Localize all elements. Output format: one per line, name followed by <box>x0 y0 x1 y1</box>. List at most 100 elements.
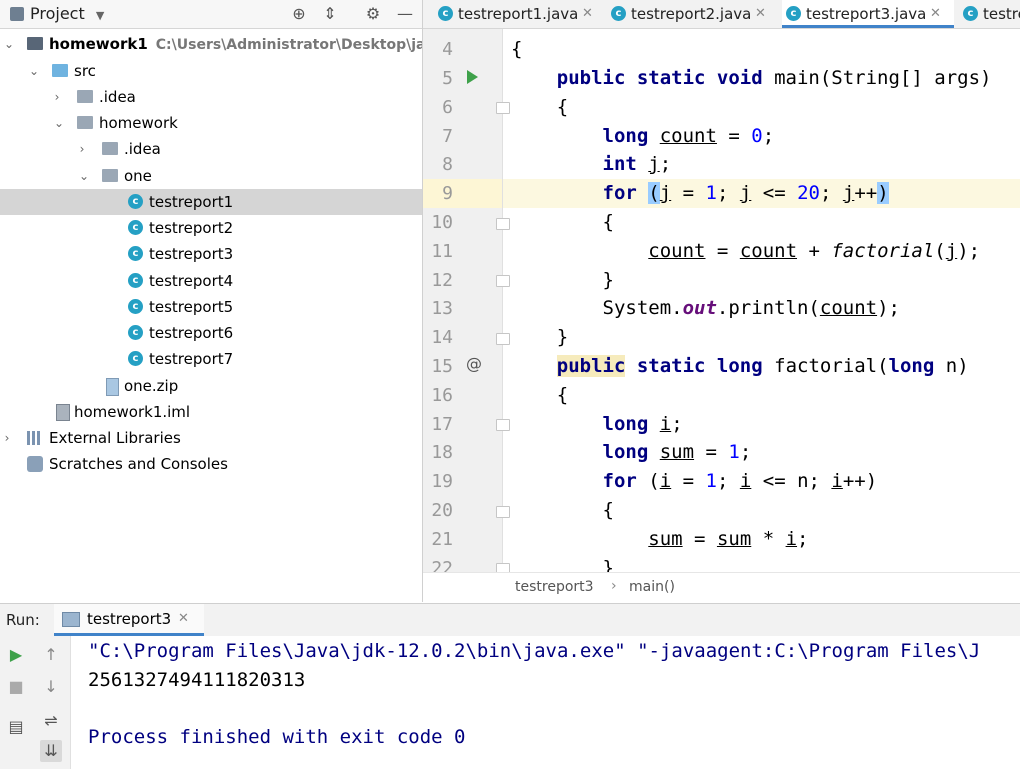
java-class-icon: c <box>786 6 801 21</box>
tab-testreport4[interactable]: c testre <box>963 0 1020 28</box>
fold-marker-icon[interactable] <box>496 218 510 230</box>
fold-marker-icon[interactable] <box>496 102 510 114</box>
project-title-label: Project <box>30 4 85 23</box>
source-folder-icon <box>52 64 68 77</box>
breadcrumb-method[interactable]: main() <box>629 579 675 595</box>
scroll-to-end-icon[interactable]: ⇊ <box>40 740 62 762</box>
tree-item-label: testreport4 <box>149 272 234 290</box>
close-icon[interactable]: ✕ <box>930 0 941 28</box>
tree-item-one-zip[interactable]: one.zip <box>0 373 422 399</box>
stop-icon[interactable]: ■ <box>5 676 27 698</box>
code-line: { <box>511 38 523 60</box>
tree-item-homework1-iml[interactable]: homework1.iml <box>0 399 422 425</box>
line-number: 7 <box>442 126 453 147</box>
tree-item-label: src <box>74 62 96 80</box>
tree-item-external-libraries[interactable]: › External Libraries <box>0 425 422 451</box>
tab-testreport3[interactable]: c testreport3.java ✕ <box>782 0 954 28</box>
tree-item-label: testreport5 <box>149 298 234 316</box>
rerun-icon[interactable]: ▶ <box>5 644 27 666</box>
code-line: { <box>511 384 569 406</box>
run-tab-testreport3[interactable]: testreport3 ✕ <box>54 604 204 636</box>
console-output[interactable]: "C:\Program Files\Java\jdk-12.0.2\bin\ja… <box>71 636 1020 769</box>
tree-item-idea-2[interactable]: › .idea <box>0 136 422 162</box>
fold-marker-icon[interactable] <box>496 275 510 287</box>
run-panel-header: Run: testreport3 ✕ <box>0 603 1020 637</box>
minimize-icon[interactable]: — <box>395 4 415 24</box>
console-line: 2561327494111820313 <box>88 669 306 691</box>
line-number: 17 <box>431 414 453 435</box>
tree-item-testreport6[interactable]: c testreport6 <box>0 320 422 346</box>
tree-item-testreport2[interactable]: c testreport2 <box>0 215 422 241</box>
arrow-down-icon[interactable]: ↓ <box>40 676 62 698</box>
tree-item-scratches[interactable]: Scratches and Consoles <box>0 451 422 477</box>
line-number: 9 <box>442 183 453 204</box>
tree-item-testreport3[interactable]: c testreport3 <box>0 241 422 267</box>
fold-marker-icon[interactable] <box>496 419 510 431</box>
chevron-down-icon[interactable]: ⌄ <box>52 110 66 136</box>
collapse-all-icon[interactable]: ⇕ <box>320 4 340 24</box>
close-icon[interactable]: ✕ <box>582 0 593 28</box>
editor-tabs: c testreport1.java ✕ c testreport2.java … <box>423 0 1020 29</box>
tree-item-testreport4[interactable]: c testreport4 <box>0 268 422 294</box>
tree-item-label: .idea <box>99 88 136 106</box>
chevron-down-icon[interactable]: ⌄ <box>77 163 91 189</box>
tree-item-idea[interactable]: › .idea <box>0 84 422 110</box>
module-folder-icon <box>27 37 43 50</box>
project-panel-header: Project ▼ ⊕ ⇕ ⚙ — <box>0 0 422 29</box>
chevron-right-icon[interactable]: › <box>75 136 89 162</box>
line-number: 14 <box>431 327 453 348</box>
breadcrumb-file[interactable]: testreport3 <box>515 579 594 595</box>
override-marker-icon[interactable]: @ <box>466 354 482 373</box>
tree-item-label: testreport2 <box>149 219 234 237</box>
soft-wrap-icon[interactable]: ⇌ <box>40 710 62 732</box>
java-class-icon: c <box>128 194 143 209</box>
tree-item-homework[interactable]: ⌄ homework <box>0 110 422 136</box>
tree-item-src[interactable]: ⌄ src <box>0 58 422 84</box>
project-icon <box>10 7 24 21</box>
close-icon[interactable]: ✕ <box>755 0 766 28</box>
tree-item-testreport5[interactable]: c testreport5 <box>0 294 422 320</box>
code-editor[interactable]: 4 5 6 7 8 9 10 11 12 13 14 15 16 17 18 1… <box>423 29 1020 572</box>
layout-icon[interactable]: ▤ <box>5 716 27 738</box>
tree-item-testreport1[interactable]: c testreport1 <box>0 189 422 215</box>
tab-label: testreport1.java <box>458 5 579 23</box>
line-number: 18 <box>431 442 453 463</box>
tree-item-label: Scratches and Consoles <box>49 455 228 473</box>
tree-item-label: testreport7 <box>149 350 234 368</box>
tree-item-label: homework1 <box>49 35 148 53</box>
java-class-icon: c <box>128 273 143 288</box>
fold-marker-icon[interactable] <box>496 563 510 572</box>
tree-item-homework1[interactable]: ⌄ homework1 C:\Users\Administrator\Deskto… <box>0 31 422 57</box>
tree-item-one[interactable]: ⌄ one <box>0 163 422 189</box>
chevron-down-icon[interactable]: ⌄ <box>27 58 41 84</box>
tree-item-testreport7[interactable]: c testreport7 <box>0 346 422 372</box>
locate-icon[interactable]: ⊕ <box>289 4 309 24</box>
tab-testreport2[interactable]: c testreport2.java ✕ <box>611 0 771 28</box>
chevron-right-icon[interactable]: › <box>0 425 14 451</box>
run-main-icon[interactable] <box>467 70 478 84</box>
code-line: } <box>511 557 614 572</box>
tree-item-label: homework1.iml <box>74 403 191 421</box>
close-icon[interactable]: ✕ <box>178 611 189 626</box>
project-view-selector[interactable]: Project ▼ <box>10 4 104 23</box>
tab-testreport1[interactable]: c testreport1.java ✕ <box>438 0 598 28</box>
fold-marker-icon[interactable] <box>496 333 510 345</box>
folder-icon <box>102 142 118 155</box>
code-line: for (j = 1; j <= 20; j++) <box>602 182 889 204</box>
java-class-icon: c <box>128 351 143 366</box>
chevron-right-icon[interactable]: › <box>50 84 64 110</box>
tree-item-path: C:\Users\Administrator\Desktop\java\ <box>155 37 423 53</box>
code-line: } <box>511 326 569 348</box>
fold-marker-icon[interactable] <box>496 506 510 518</box>
line-number: 16 <box>431 385 453 406</box>
gear-icon[interactable]: ⚙ <box>363 4 383 24</box>
line-number: 8 <box>442 154 453 175</box>
tree-item-label: homework <box>99 114 178 132</box>
java-class-icon: c <box>438 6 453 21</box>
code-line: long sum = 1; <box>602 441 752 463</box>
chevron-down-icon[interactable]: ⌄ <box>2 31 16 57</box>
arrow-up-icon[interactable]: ↑ <box>40 644 62 666</box>
breadcrumb: testreport3 › main() <box>423 572 1020 603</box>
line-number: 10 <box>431 212 453 233</box>
run-label: Run: <box>6 611 40 629</box>
